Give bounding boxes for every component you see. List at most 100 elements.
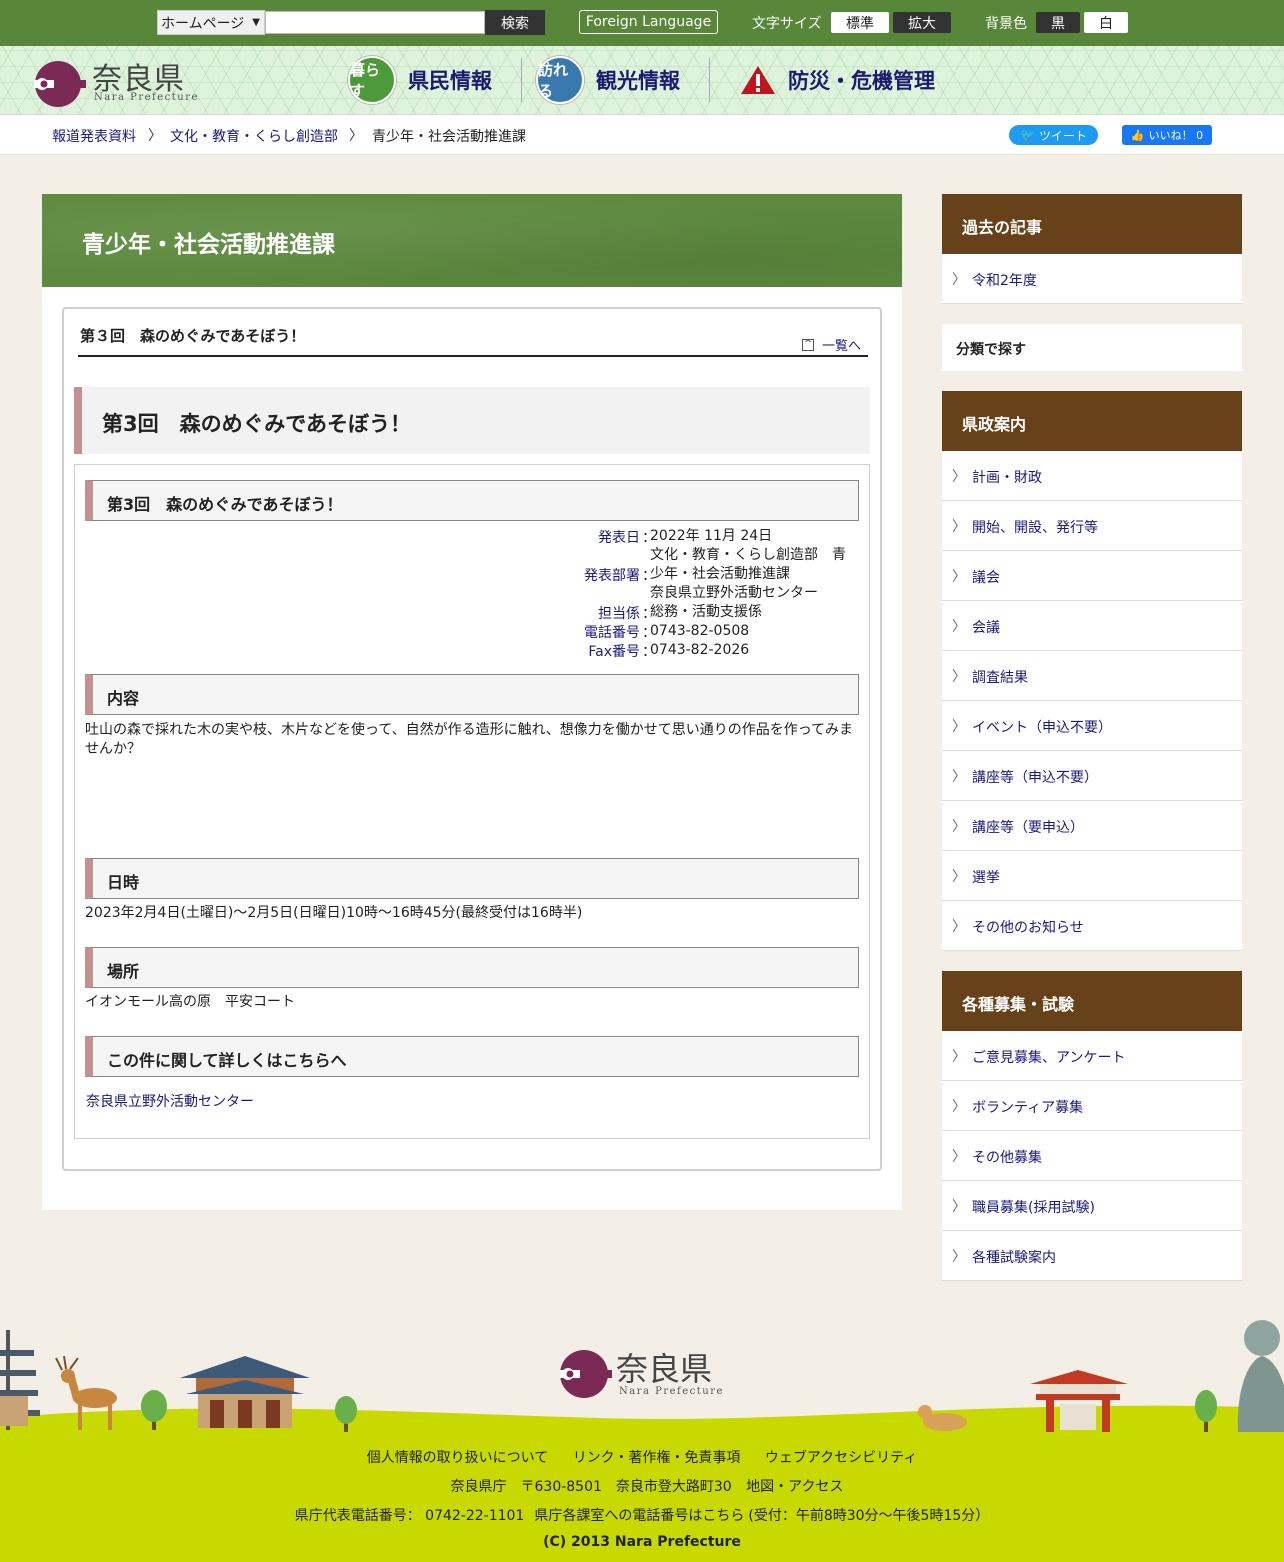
detail-heading: この件に関して詳しくはこちらへ (85, 1036, 859, 1077)
nara-logo-icon (34, 61, 86, 107)
footer-tel: 県庁代表電話番号： 0742-22-1101 県庁各課室への電話番号はこちら (受付… (294, 1508, 990, 1524)
buddha-statue-icon (1237, 1320, 1284, 1432)
breadcrumb-link[interactable]: 報道発表資料 (52, 126, 136, 146)
chevron-right-icon: 〉 (952, 1049, 966, 1065)
footer-link-copyright[interactable]: リンク・著作権・免責事項 (573, 1450, 741, 1466)
place-heading: 場所 (85, 947, 859, 988)
chevron-right-icon: 〉 (952, 719, 966, 735)
tel-list-link[interactable]: 県庁各課室への電話番号はこちら (534, 1508, 744, 1524)
section-heading: 第3回 森のめぐみであそぼう！ (85, 480, 859, 521)
chevron-right-icon: 〉 (952, 919, 966, 935)
warning-icon (741, 66, 775, 94)
main-content: 青少年・社会活動推進課 第３回 森のめぐみであそぼう！ ^ 一覧へ 第3回 森の… (42, 194, 902, 1210)
site-logo[interactable]: 奈良県 Nara Prefecture (32, 56, 212, 108)
map-access-link[interactable]: 地図・アクセス (746, 1479, 843, 1495)
sidebar-item-reiwa2[interactable]: 〉 令和2年度 (942, 254, 1242, 304)
breadcrumb-current: 青少年・社会活動推進課 (372, 129, 526, 145)
footer-address: 奈良県庁 〒630-8501 奈良市登大路町30 地図・アクセス (450, 1479, 844, 1495)
twitter-bird-icon: 🐦 (1020, 128, 1035, 142)
footer-logo[interactable] (560, 1350, 612, 1398)
chevron-right-icon: 〉 (148, 128, 162, 144)
category-search[interactable]: 分類で探す (942, 324, 1242, 371)
sidebar-item[interactable]: 〉調査結果 (942, 651, 1242, 701)
chevron-right-icon: 〉 (952, 669, 966, 685)
sidebar-item[interactable]: 〉ご意見募集、アンケート (942, 1031, 1242, 1081)
datetime-text: 2023年2月4日(土曜日)～2月5日(日曜日)10時～16時45分(最終受付は… (85, 905, 583, 921)
chevron-right-icon: 〉 (952, 1249, 966, 1265)
chevron-right-icon: 〉 (952, 619, 966, 635)
chevron-right-icon: 〉 (952, 569, 966, 585)
nav-disaster[interactable]: 防災・危機管理 (740, 54, 935, 106)
nav-residents[interactable]: 暮らす 県民情報 (348, 54, 492, 106)
back-to-list-link[interactable]: ^ 一覧へ (802, 335, 861, 354)
article-box: 第３回 森のめぐみであそぼう！ ^ 一覧へ 第3回 森のめぐみであそぼう！ 第3… (62, 307, 882, 1171)
chevron-right-icon: 〉 (952, 272, 966, 288)
search-button[interactable]: 検索 (485, 10, 545, 35)
sidebar-item[interactable]: 〉その他のお知らせ (942, 901, 1242, 951)
sidebar-item[interactable]: 〉その他募集 (942, 1131, 1242, 1181)
footer-links: 個人情報の取り扱いについて リンク・著作権・免責事項 ウェブアクセシビリティ (0, 1447, 1284, 1467)
kurasu-icon: 暮らす (348, 56, 396, 104)
sidebar-item[interactable]: 〉会議 (942, 601, 1242, 651)
breadcrumb: 報道発表資料 〉 文化・教育・くらし創造部 〉 青少年・社会活動推進課 🐦 ツイ… (0, 115, 1284, 155)
sidebar-past-heading: 過去の記事 (942, 194, 1242, 254)
breadcrumb-link[interactable]: 文化・教育・くらし創造部 (170, 126, 338, 146)
tweet-button[interactable]: 🐦 ツイート (1009, 125, 1098, 145)
footer-logo-subtext: Nara Prefecture (619, 1386, 724, 1397)
copyright: (C) 2013 Nara Prefecture (543, 1534, 741, 1550)
arrow-up-icon: ^ (802, 338, 814, 351)
sidebar-item[interactable]: 〉イベント（申込不要） (942, 701, 1242, 751)
pagoda-icon (0, 1330, 40, 1430)
site-footer: 個人情報の取り扱いについて リンク・著作権・免責事項 ウェブアクセシビリティ 奈… (0, 1432, 1284, 1562)
sidebar-item[interactable]: 〉計画・財政 (942, 451, 1242, 501)
thumbs-up-icon: 👍 (1130, 128, 1145, 142)
detail-link[interactable]: 奈良県立野外活動センター (86, 1093, 254, 1112)
sidebar-item[interactable]: 〉選挙 (942, 851, 1242, 901)
page-title: 青少年・社会活動推進課 (82, 232, 335, 258)
sidebar-item[interactable]: 〉職員募集(採用試験) (942, 1181, 1242, 1231)
place-text: イオンモール高の原 平安コート (85, 994, 295, 1010)
article-body: 第3回 森のめぐみであそぼう！ 発表日 ： 2022年 11月 24日 発表部署… (74, 464, 870, 1139)
sidebar-item[interactable]: 〉各種試験案内 (942, 1231, 1242, 1281)
temple-icon (180, 1356, 310, 1428)
footer-logo-text: 奈良県 (616, 1350, 713, 1388)
content-heading: 内容 (85, 674, 859, 715)
foreign-language-button[interactable]: Foreign Language (579, 10, 718, 34)
sidebar-item[interactable]: 〉開始、開設、発行等 (942, 501, 1242, 551)
sidebar-item[interactable]: 〉講座等（申込不要） (942, 751, 1242, 801)
chevron-right-icon: 〉 (952, 469, 966, 485)
bg-color-label: 背景色 (985, 16, 1027, 32)
nav-tourism[interactable]: 訪れる 観光情報 (536, 54, 680, 106)
facebook-like-button[interactable]: 👍 いいね！ 0 (1122, 125, 1212, 145)
nav-divider (521, 58, 522, 102)
chevron-down-icon: ▼ (252, 17, 260, 28)
article-top-title: 第３回 森のめぐみであそぼう！ (80, 327, 306, 345)
footer-link-privacy[interactable]: 個人情報の取り扱いについて (367, 1450, 549, 1466)
chevron-right-icon: 〉 (952, 869, 966, 885)
site-select[interactable]: ホームページ ▼ (157, 10, 265, 35)
divider (78, 355, 868, 357)
font-size-label: 文字サイズ (752, 16, 822, 32)
sidebar-item[interactable]: 〉講座等（要申込） (942, 801, 1242, 851)
nav-divider (709, 58, 710, 102)
search-input[interactable] (265, 11, 485, 34)
footer-link-accessibility[interactable]: ウェブアクセシビリティ (765, 1450, 917, 1466)
font-large-button[interactable]: 拡大 (893, 12, 951, 33)
article-heading: 第3回 森のめぐみであそぼう！ (74, 387, 870, 454)
page-header: 青少年・社会活動推進課 (42, 194, 902, 287)
top-bar: ホームページ ▼ 検索 Foreign Language 文字サイズ 標準 拡大… (0, 0, 1284, 46)
bg-black-button[interactable]: 黒 (1036, 12, 1080, 33)
sidebar-item[interactable]: 〉ボランティア募集 (942, 1081, 1242, 1131)
chevron-right-icon: 〉 (952, 1199, 966, 1215)
site-header: 奈良県 Nara Prefecture 暮らす 県民情報 訪れる 観光情報 防災… (0, 46, 1284, 115)
font-standard-button[interactable]: 標準 (831, 12, 889, 33)
chevron-right-icon: 〉 (952, 769, 966, 785)
sidebar-item[interactable]: 〉議会 (942, 551, 1242, 601)
chevron-right-icon: 〉 (952, 1099, 966, 1115)
logo-subtext: Nara Prefecture (94, 92, 199, 103)
otozureru-icon: 訪れる (536, 56, 584, 104)
sidebar-recruit-heading: 各種募集・試験 (942, 971, 1242, 1031)
content-text: 吐山の森で採れた木の実や枝、木片などを使って、自然が作る造形に触れ、想像力を働か… (85, 722, 854, 757)
bg-white-button[interactable]: 白 (1084, 12, 1128, 33)
datetime-heading: 日時 (85, 858, 859, 899)
